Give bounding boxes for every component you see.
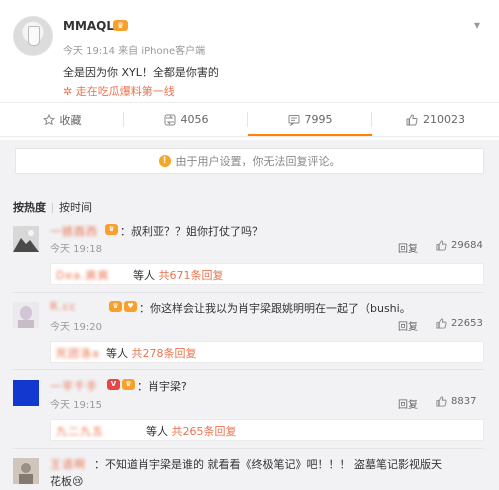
comment-time: 今天 19:18 bbox=[50, 244, 102, 255]
like-icon bbox=[436, 240, 447, 251]
commenter-name[interactable]: R.cc bbox=[50, 300, 77, 313]
vip-badge-icon: ♛ bbox=[122, 379, 135, 390]
comment-time: 今天 19:20 bbox=[50, 322, 102, 333]
avatar[interactable] bbox=[13, 302, 39, 328]
reply-button[interactable]: 回复 bbox=[398, 240, 418, 255]
sub-replies[interactable]: Dea.爽爽 等人 共671条回复 bbox=[50, 263, 484, 285]
reply-button[interactable]: 回复 bbox=[398, 396, 418, 411]
like-button[interactable]: 210023 bbox=[372, 103, 499, 136]
action-bar: 收藏 4056 7995 210023 bbox=[0, 102, 499, 137]
comment-text: ：叔利亚？？姐你打仗了吗？ bbox=[120, 225, 263, 238]
sub-reply-user: 死团洛a bbox=[56, 347, 100, 360]
favorite-label: 收藏 bbox=[59, 113, 82, 127]
vip-badge-icon: ♛ bbox=[105, 224, 118, 235]
commenter-name[interactable]: 一平千手 bbox=[50, 378, 98, 394]
post-text: 全是因为你 XYL！全都是你害的 bbox=[63, 66, 219, 79]
comment-like-count: 22653 bbox=[451, 318, 483, 329]
comment-like-count: 8837 bbox=[451, 396, 477, 407]
reply-restricted-notice: ! 由于用户设置，你无法回复评论。 bbox=[15, 148, 484, 174]
chevron-down-icon[interactable]: ▾ bbox=[474, 18, 480, 32]
avatar[interactable] bbox=[13, 16, 53, 56]
divider bbox=[13, 369, 484, 370]
sub-reply-user: Dea.爽爽 bbox=[56, 269, 110, 282]
commenter-name[interactable]: 王语啊 bbox=[50, 456, 86, 472]
post-meta: 今天 19:14 来自 iPhone客户端 bbox=[63, 46, 206, 57]
notice-text: 由于用户设置，你无法回复评论。 bbox=[175, 155, 341, 168]
comment-text: ：肖宇梁? bbox=[137, 380, 187, 393]
sub-replies[interactable]: 九二九五 等人 共265条回复 bbox=[50, 419, 484, 441]
topic-icon: ✲ bbox=[63, 85, 76, 98]
comment-count: 7995 bbox=[304, 113, 333, 126]
sub-reply-others: 等人 bbox=[106, 347, 132, 360]
like-icon bbox=[436, 318, 447, 329]
warning-icon: ! bbox=[158, 155, 171, 167]
sub-reply-count[interactable]: 共265条回复 bbox=[172, 425, 237, 438]
post-username[interactable]: MMAQL bbox=[63, 19, 114, 33]
sub-reply-count[interactable]: 共278条回复 bbox=[132, 347, 197, 360]
sub-replies[interactable]: 死团洛a 等人 共278条回复 bbox=[50, 341, 484, 363]
sort-by-time-tab[interactable]: 按时间 bbox=[59, 201, 92, 214]
avatar[interactable] bbox=[13, 458, 39, 484]
sub-reply-others: 等人 bbox=[146, 425, 172, 438]
like-icon bbox=[436, 396, 447, 407]
sort-by-hot-tab[interactable]: 按热度 bbox=[13, 201, 46, 214]
reply-button[interactable]: 回复 bbox=[398, 318, 418, 333]
comment-button[interactable]: 7995 bbox=[248, 103, 372, 136]
comment-time: 今天 19:15 bbox=[50, 400, 102, 411]
avatar[interactable] bbox=[13, 226, 39, 252]
topic-label: 走在吃瓜爆料第一线 bbox=[75, 85, 175, 98]
divider bbox=[13, 292, 484, 293]
commenter-name[interactable]: 一掳酉西 bbox=[50, 223, 98, 239]
share-icon bbox=[164, 114, 175, 125]
sort-tabs: 按热度 按时间 bbox=[13, 199, 92, 215]
comment-like-button[interactable]: 8837 bbox=[436, 396, 476, 407]
sub-reply-user: 九二九五 bbox=[56, 425, 104, 438]
like-icon bbox=[406, 113, 418, 125]
sub-reply-others: 等人 bbox=[133, 269, 159, 282]
comment-text-line2: 花板😢 bbox=[50, 475, 84, 488]
fan-badge-icon: ♥ bbox=[124, 301, 137, 312]
avatar[interactable] bbox=[13, 380, 39, 406]
topic-link[interactable]: ✲ 走在吃瓜爆料第一线 bbox=[63, 83, 175, 99]
verified-badge-icon: V bbox=[107, 379, 120, 390]
comment-text: ：你这样会让我以为肖宇梁跟姚明明在一起了（bushi。 bbox=[139, 302, 411, 315]
weibo-post: MMAQL ♛ ▾ 今天 19:14 来自 iPhone客户端 全是因为你 XY… bbox=[0, 0, 499, 102]
star-icon bbox=[42, 113, 55, 125]
comment-icon bbox=[288, 114, 299, 126]
comment-like-count: 29684 bbox=[451, 240, 483, 251]
comment-like-button[interactable]: 29684 bbox=[436, 240, 483, 251]
sub-reply-count[interactable]: 共671条回复 bbox=[159, 269, 224, 282]
favorite-button[interactable]: 收藏 bbox=[0, 103, 124, 136]
like-count: 210023 bbox=[423, 113, 465, 126]
vip-badge-icon: ♛ bbox=[109, 301, 122, 312]
share-button[interactable]: 4056 bbox=[124, 103, 248, 136]
vip-crown-badge-icon: ♛ bbox=[113, 20, 128, 31]
share-count: 4056 bbox=[180, 113, 209, 126]
comment-like-button[interactable]: 22653 bbox=[436, 318, 483, 329]
comment-text: ：不知道肖宇梁是谁的 就看看《终极笔记》吧！！！ 盗墓笔记影视版天 bbox=[94, 458, 442, 471]
divider bbox=[13, 448, 484, 449]
